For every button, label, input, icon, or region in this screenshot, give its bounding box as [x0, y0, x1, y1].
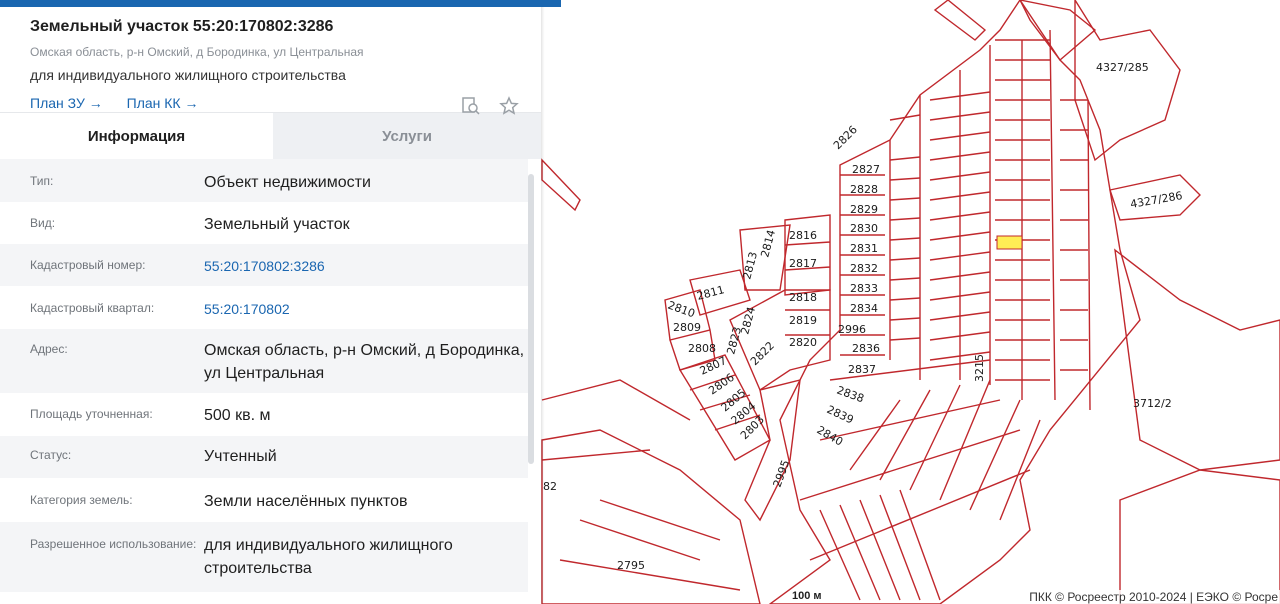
parcel-label: 2816 [789, 229, 817, 242]
parcel-label: 2822 [748, 339, 777, 368]
plan-zu-link[interactable]: План ЗУ → [30, 95, 103, 111]
info-row-key: Статус: [30, 448, 72, 462]
arrow-right-icon: → [180, 95, 199, 111]
info-row-key: Тип: [30, 174, 54, 188]
info-row-value: 500 кв. м [204, 407, 271, 424]
info-row-key: Вид: [30, 216, 56, 230]
parcel-label: 2833 [850, 282, 878, 295]
parcel-label: 2830 [850, 222, 878, 235]
info-row: Тип: Объект недвижимости [0, 159, 528, 202]
parcel-label: 2823 [724, 325, 744, 355]
info-row-key: Кадастровый квартал: [30, 301, 155, 315]
parcel-label: 2808 [688, 342, 716, 355]
info-row: Кадастровый номер: 55:20:170802:3286 [0, 244, 528, 286]
parcel-label: 2995 [771, 458, 793, 489]
selected-parcel[interactable] [996, 235, 1023, 250]
parcel-address: Омская область, р-н Омский, д Бородинка,… [30, 45, 364, 59]
info-row: Площадь уточненная: 500 кв. м [0, 393, 528, 436]
info-row-value: Объект недвижимости [204, 174, 371, 191]
info-rows: Тип: Объект недвижимости Вид: Земельный уча… [0, 159, 541, 592]
info-row-value: Омская область, р-н Омский, д Бородинка,… [204, 342, 525, 382]
parcel-label: 2814 [758, 228, 778, 258]
info-row-value: Земельный участок [204, 216, 350, 233]
panel-header: Земельный участок 55:20:170802:3286 Омск… [0, 0, 541, 115]
tab-information[interactable]: Информация [0, 113, 273, 159]
parcel-label: 2809 [673, 321, 701, 334]
arrow-right-icon: → [84, 95, 103, 111]
info-row: Вид: Земельный участок [0, 202, 528, 244]
info-row-key: Площадь уточненная: [30, 407, 153, 421]
parcel-label: 2818 [789, 291, 817, 304]
parcel-label: 2838 [835, 384, 866, 406]
info-row-value: для индивидуального жилищного строительс… [204, 537, 453, 577]
parcel-use: для индивидуального жилищного строительс… [30, 67, 346, 83]
parcel-label: 2996 [838, 323, 866, 336]
info-row-key: Категория земель: [30, 493, 133, 507]
parcel-grid [768, 0, 1141, 604]
info-row-key: Разрешенное использование: [30, 537, 197, 551]
info-row-link[interactable]: 55:20:170802:3286 [204, 255, 528, 286]
info-row-value: Земли населённых пунктов [204, 493, 408, 510]
info-row: Категория земель: Земли населённых пункто… [0, 478, 528, 522]
panel-scrollbar[interactable] [528, 174, 534, 464]
parcel-label: 2836 [852, 342, 880, 355]
parcel-label: 3712/2 [1133, 397, 1172, 410]
panel-tabs: Информация Услуги [0, 112, 541, 159]
parcel-label: 2813 [740, 250, 760, 280]
parcel-label: 4327/286 [1129, 189, 1183, 211]
parcel-label: 2831 [850, 242, 878, 255]
parcel-title: Земельный участок 55:20:170802:3286 [30, 18, 334, 35]
info-row-key: Кадастровый номер: [30, 258, 146, 272]
parcel-label: 2837 [848, 363, 876, 376]
parcel-label: 2828 [850, 183, 878, 196]
parcel-label: 2817 [789, 257, 817, 270]
parcel-label: 82 [543, 480, 557, 493]
info-row-value: Учтенный [204, 448, 277, 465]
header-actions [461, 96, 519, 121]
parcel-label: 2840 [815, 423, 846, 448]
parcel-label: 2811 [695, 283, 725, 303]
parcel-label: 3215 [973, 354, 986, 382]
parcel-label: 2795 [617, 559, 645, 572]
info-row: Разрешенное использование: для индивидуал… [0, 522, 528, 592]
info-row: Статус: Учтенный [0, 436, 528, 478]
map-copyright: ПКК © Росреестр 2010-2024 | ЕЭКО © Росре [1027, 590, 1280, 604]
parcel-label: 2827 [852, 163, 880, 176]
info-panel: Земельный участок 55:20:170802:3286 Омск… [0, 0, 541, 604]
document-search-icon[interactable] [461, 96, 481, 121]
parcel-label: 2832 [850, 262, 878, 275]
info-row-link[interactable]: 55:20:170802 [204, 298, 528, 329]
parcel-label: 2820 [789, 336, 817, 349]
info-row: Кадастровый квартал: 55:20:170802 [0, 286, 528, 329]
star-icon[interactable] [499, 96, 519, 121]
map-scale: 100 м [792, 590, 822, 602]
parcel-label: 2829 [850, 203, 878, 216]
parcel-label: 2810 [666, 299, 697, 321]
info-row: Адрес: Омская область, р-н Омский, д Боро… [0, 329, 528, 393]
parcel-label: 2834 [850, 302, 878, 315]
info-row-key: Адрес: [30, 342, 68, 356]
parcel-label: 2839 [825, 403, 856, 427]
plan-kk-link[interactable]: План КК → [127, 95, 199, 111]
parcel-label: 4327/285 [1096, 61, 1149, 74]
parcel-label: 2826 [831, 123, 860, 152]
top-accent-bar [0, 0, 561, 7]
parcel-label: 2819 [789, 314, 817, 327]
